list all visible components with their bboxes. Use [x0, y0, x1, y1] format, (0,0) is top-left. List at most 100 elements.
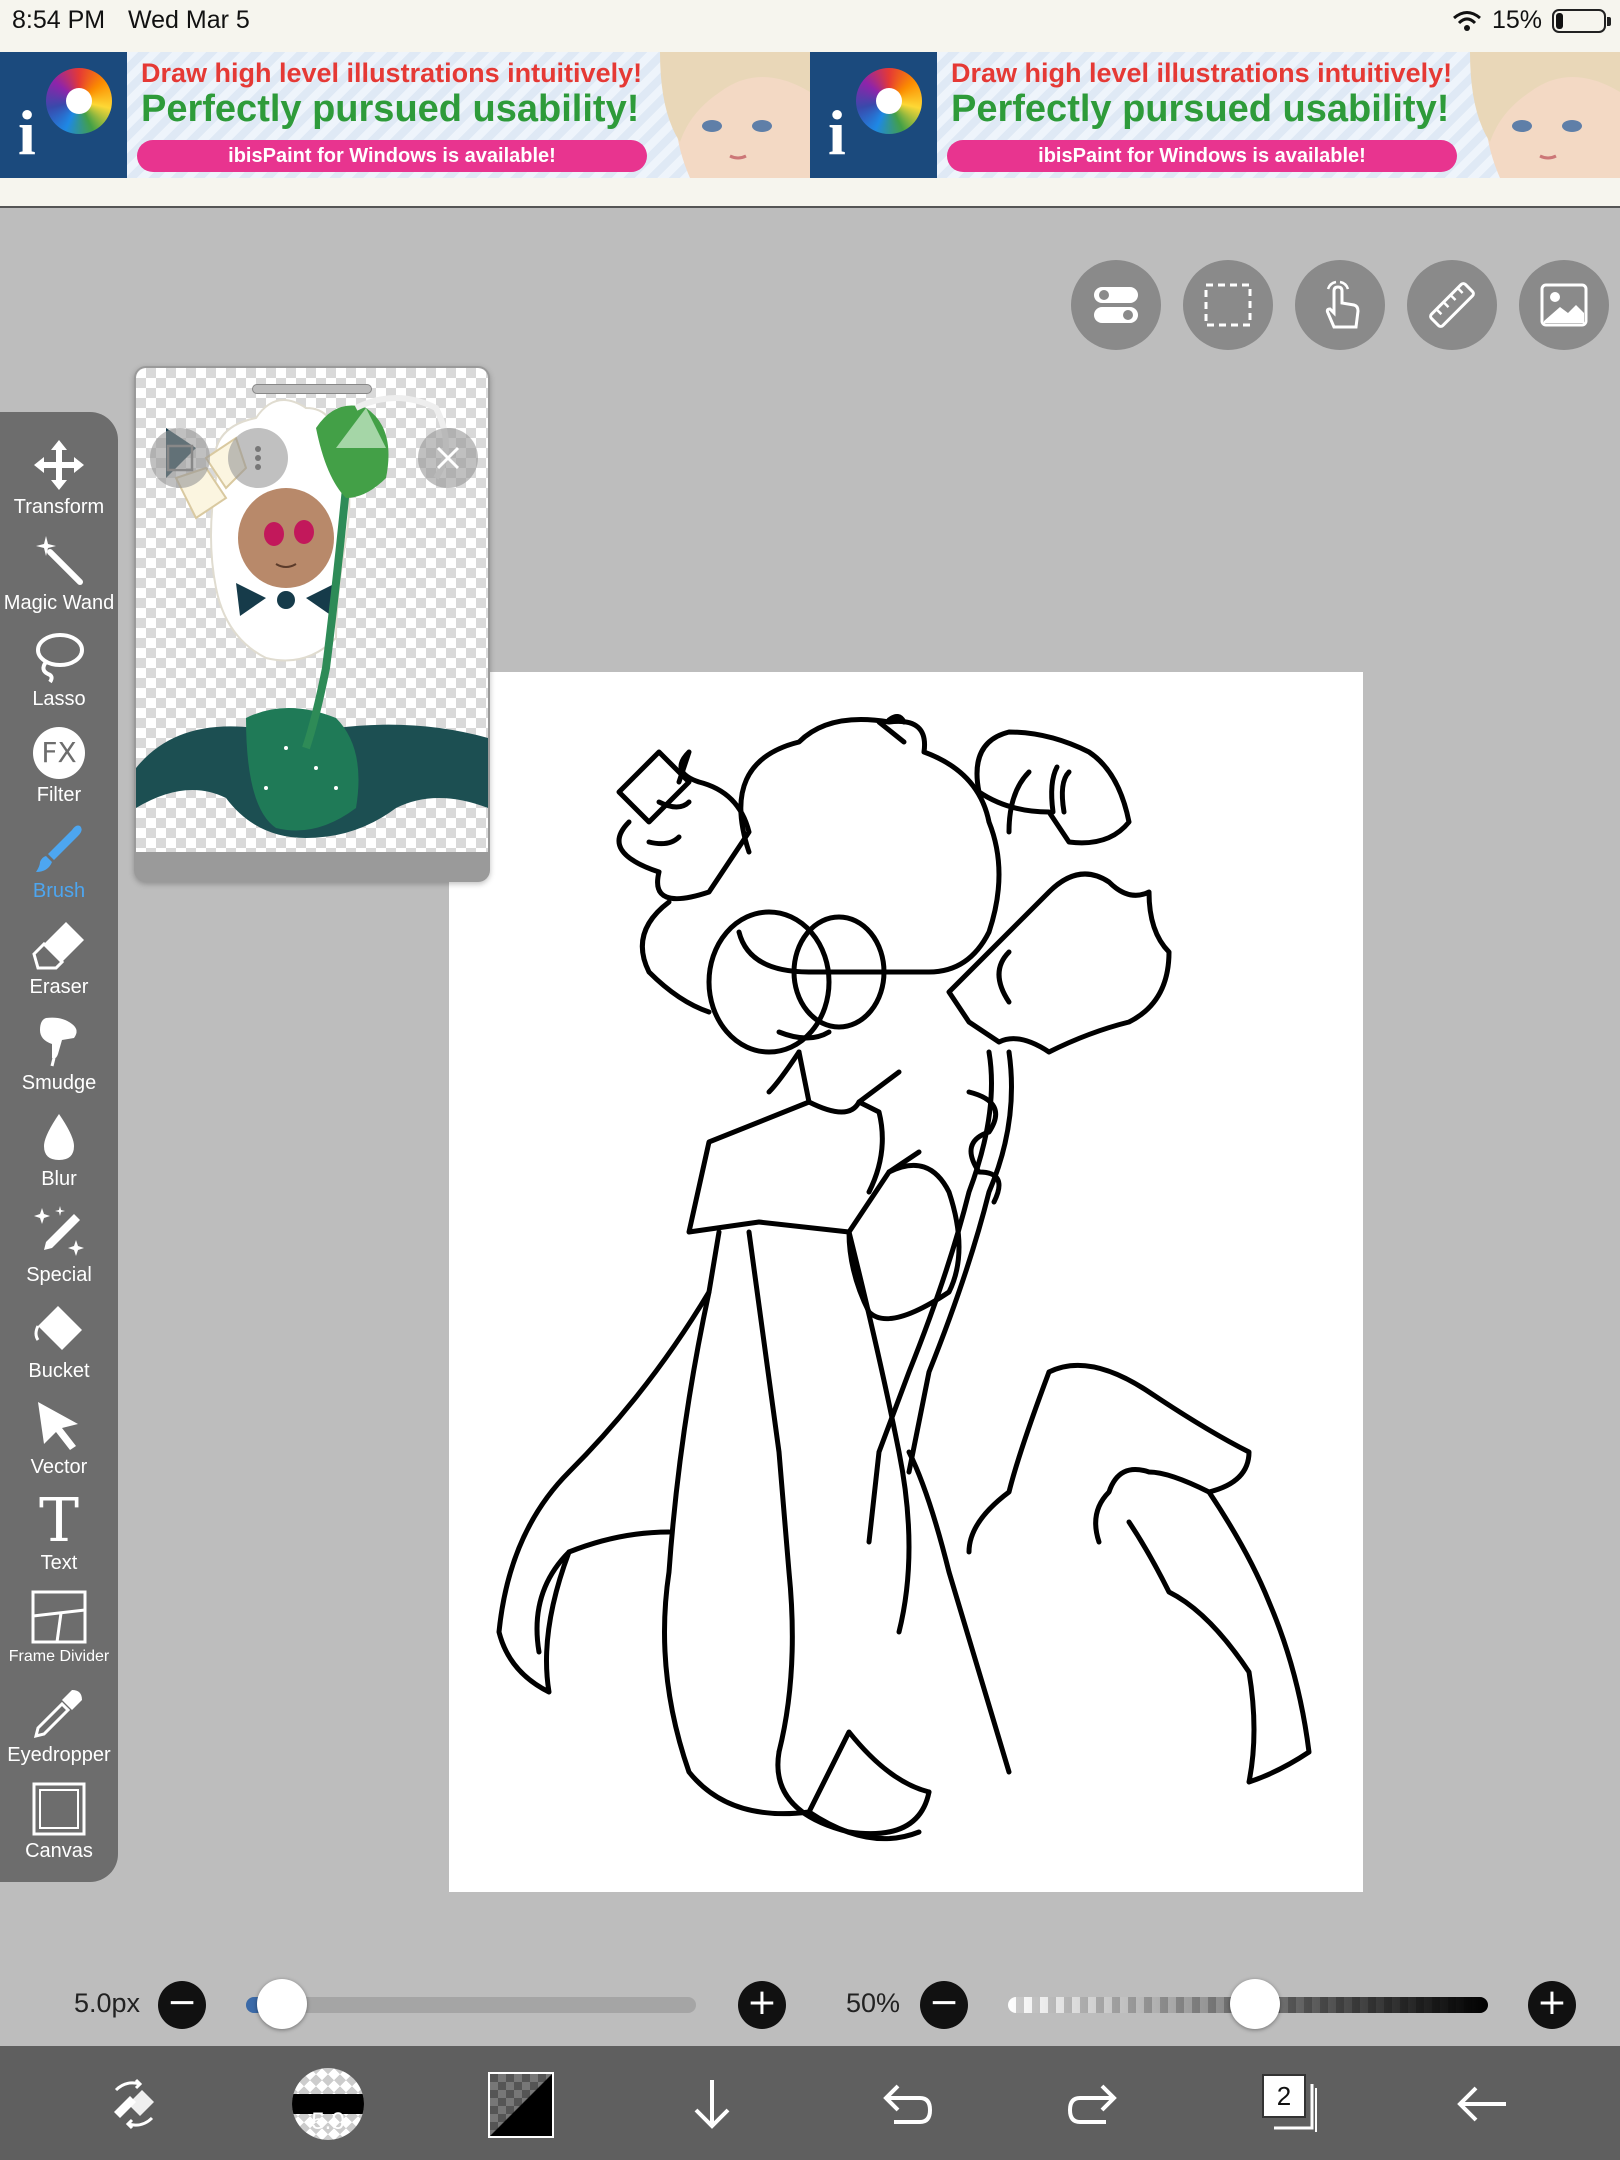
ad-headline: Draw high level illustrations intuitivel…: [951, 58, 1453, 88]
tool-label: Blur: [41, 1168, 77, 1190]
canvas-icon: [32, 1782, 86, 1836]
arrow-down-icon: [694, 2080, 730, 2129]
selection-rect-icon: [1204, 283, 1252, 327]
ad-cta[interactable]: ibisPaint for Windows is available!: [137, 140, 647, 172]
lineart-drawing: [496, 714, 1312, 1842]
reference-window[interactable]: [134, 366, 490, 882]
opacity-slider-knob[interactable]: [1230, 1979, 1280, 2029]
undo-icon: [883, 2084, 933, 2124]
text-icon: T: [38, 1486, 80, 1556]
plus-icon: +: [1536, 1982, 1568, 2023]
ad-cta[interactable]: ibisPaint for Windows is available!: [947, 140, 1457, 172]
wifi-icon: [1452, 10, 1481, 31]
redo-icon: [1067, 2084, 1117, 2124]
plus-icon: +: [746, 1982, 778, 2023]
tool-label: Filter: [36, 784, 82, 806]
eyedropper-icon: [33, 1690, 82, 1739]
tool-label: Canvas: [25, 1840, 93, 1862]
touch-gesture-button[interactable]: [1295, 260, 1385, 350]
tool-frame-divider[interactable]: Frame Divider: [0, 1586, 118, 1666]
bucket-icon: [34, 1306, 82, 1350]
tool-smudge[interactable]: Smudge: [0, 1010, 118, 1095]
brush-size-increase-button[interactable]: +: [738, 1981, 786, 2029]
tool-label: Frame Divider: [8, 1648, 110, 1665]
brush-icon: [36, 825, 82, 872]
ruler-button[interactable]: [1407, 260, 1497, 350]
opacity-decrease-button[interactable]: −: [920, 1981, 968, 2029]
arrow-left-icon: [1457, 2086, 1506, 2122]
ad-unit[interactable]: i Draw high level illustrations intuitiv…: [810, 52, 1620, 220]
tool-eraser[interactable]: Eraser: [0, 914, 118, 999]
tool-panel: Transform Magic Wand Lasso FX Filter Bru…: [0, 412, 118, 1882]
layer-count: 2: [1262, 2074, 1306, 2118]
ad-banner[interactable]: i Draw high level illustrations intuitiv…: [0, 44, 1620, 208]
brush-size-label: 5.0px: [74, 1988, 141, 2018]
blur-drop-icon: [44, 1114, 74, 1160]
touch-gesture-icon: [1325, 280, 1360, 329]
status-time: 8:54 PM: [12, 6, 106, 34]
undo-button[interactable]: [868, 2068, 940, 2140]
drag-handle[interactable]: [252, 384, 372, 394]
bottom-toolbar: 5.0 2: [0, 2046, 1620, 2160]
brush-eraser-switch-icon: [114, 2078, 154, 2130]
status-date: Wed Mar 5: [128, 6, 250, 34]
reference-image-button[interactable]: [1519, 260, 1609, 350]
color-picker-button[interactable]: [488, 2072, 554, 2138]
ruler-icon: [1429, 282, 1475, 328]
tool-label: Magic Wand: [3, 592, 115, 614]
tool-label: Transform: [13, 496, 105, 518]
tool-canvas[interactable]: Canvas: [0, 1778, 118, 1863]
smudge-icon: [40, 1017, 77, 1067]
brush-preview-button[interactable]: 5.0: [292, 2068, 364, 2140]
reference-menu-button[interactable]: [228, 428, 288, 488]
toggle-icon: [1094, 287, 1138, 323]
layers-button[interactable]: 2: [1262, 2074, 1320, 2132]
tool-bucket[interactable]: Bucket: [0, 1298, 118, 1383]
tool-brush[interactable]: Brush: [0, 818, 118, 903]
ad-character-image: [650, 52, 810, 178]
tool-magic-wand[interactable]: Magic Wand: [0, 530, 118, 615]
brush-size-slider[interactable]: [246, 1997, 696, 2013]
toggle-button[interactable]: [1071, 260, 1161, 350]
brush-preview-value: 5.0: [311, 2108, 345, 2135]
tool-vector[interactable]: Vector: [0, 1394, 118, 1479]
opacity-label: 50%: [846, 1988, 901, 2018]
ad-tagline: Perfectly pursued usability!: [951, 88, 1450, 130]
tool-transform[interactable]: Transform: [0, 434, 118, 519]
tool-blur[interactable]: Blur: [0, 1106, 118, 1191]
tool-eyedropper[interactable]: Eyedropper: [0, 1682, 118, 1767]
minus-icon: −: [928, 1982, 960, 2023]
reference-close-button[interactable]: [418, 428, 478, 488]
vector-arrow-icon: [38, 1402, 78, 1450]
reference-frame-button[interactable]: [150, 428, 210, 488]
more-vertical-icon: [255, 446, 261, 470]
battery-icon: [1552, 8, 1611, 33]
opacity-increase-button[interactable]: +: [1528, 1981, 1576, 2029]
selection-button[interactable]: [1183, 260, 1273, 350]
ad-headline: Draw high level illustrations intuitivel…: [141, 58, 643, 88]
tool-switch-button[interactable]: [100, 2068, 172, 2140]
close-icon: [436, 446, 460, 470]
brush-size-decrease-button[interactable]: −: [158, 1981, 206, 2029]
tool-text[interactable]: T Text: [0, 1490, 118, 1575]
frame-icon: [166, 444, 194, 472]
status-right: 15%: [1452, 6, 1611, 35]
tool-filter[interactable]: FX Filter: [0, 722, 118, 807]
battery-percent: 15%: [1491, 6, 1542, 34]
layer-down-button[interactable]: [676, 2068, 748, 2140]
magic-wand-icon: [36, 536, 83, 585]
back-button[interactable]: [1446, 2068, 1518, 2140]
minus-icon: −: [166, 1982, 198, 2023]
move-arrows-icon: [34, 440, 84, 490]
brush-settings-row: 5.0px − + 50% − +: [0, 1974, 1620, 2038]
drawing-canvas[interactable]: [449, 672, 1363, 1892]
tool-lasso[interactable]: Lasso: [0, 626, 118, 711]
ad-tagline: Perfectly pursued usability!: [141, 88, 640, 130]
redo-button[interactable]: [1060, 2068, 1132, 2140]
ad-unit[interactable]: i Draw high level illustrations intuitiv…: [0, 52, 810, 220]
fx-icon: FX: [33, 727, 85, 779]
brush-size-slider-knob[interactable]: [257, 1979, 307, 2029]
tool-label: Smudge: [21, 1072, 97, 1094]
tool-special[interactable]: Special: [0, 1202, 118, 1287]
eraser-icon: [32, 922, 84, 970]
